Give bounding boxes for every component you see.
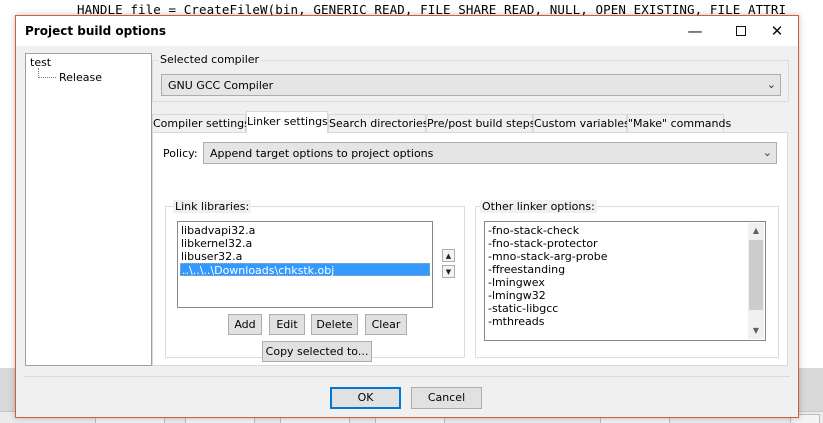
tree-connector: [38, 77, 56, 78]
link-libraries-group: Link libraries: libadvapi32.a libkernel3…: [165, 200, 465, 362]
other-linker-options-label: Other linker options:: [480, 200, 597, 213]
option-line: -static-libgcc: [488, 302, 559, 315]
link-libraries-list[interactable]: libadvapi32.a libkernel32.a libuser32.a …: [177, 221, 433, 308]
move-down-button[interactable]: ▼: [442, 265, 455, 278]
list-item[interactable]: libuser32.a: [180, 250, 243, 263]
compiler-select[interactable]: GNU GCC Compiler ⌄: [161, 74, 781, 96]
vertical-scrollbar[interactable]: ▲ ▼: [748, 223, 764, 339]
dialog-title: Project build options: [25, 24, 166, 38]
copy-selected-button[interactable]: Copy selected to...: [262, 341, 372, 362]
tab-make-commands[interactable]: "Make" commands: [627, 114, 731, 133]
tree-item-release[interactable]: Release: [59, 71, 102, 84]
option-line: -mno-stack-arg-probe: [488, 250, 608, 263]
scroll-down-icon[interactable]: ▼: [748, 323, 764, 339]
footer-divider: [24, 376, 790, 377]
tree-item-project[interactable]: test: [30, 56, 51, 69]
option-line: -mthreads: [488, 315, 545, 328]
minimize-button[interactable]: —: [672, 16, 718, 46]
cancel-button[interactable]: Cancel: [411, 387, 482, 409]
tab-search-directories[interactable]: Search directories: [328, 114, 429, 133]
project-build-options-dialog: Project build options — ✕ test Release S…: [15, 15, 799, 418]
scroll-up-icon[interactable]: ▲: [748, 223, 764, 239]
minimize-icon: —: [687, 22, 703, 40]
link-libraries-label: Link libraries:: [173, 200, 252, 213]
policy-value: Append target options to project options: [210, 147, 434, 160]
option-line: -ffreestanding: [488, 263, 566, 276]
edit-library-button[interactable]: Edit: [269, 314, 305, 335]
chevron-down-icon: ⌄: [766, 78, 776, 91]
arrow-down-icon: ▼: [445, 268, 452, 276]
list-item-selected[interactable]: ..\..\..\Downloads\chkstk.obj: [180, 263, 430, 277]
ok-button[interactable]: OK: [330, 387, 401, 409]
add-library-button[interactable]: Add: [228, 314, 262, 335]
arrow-up-icon: ▲: [445, 252, 452, 260]
title-bar[interactable]: Project build options — ✕: [16, 16, 798, 46]
list-item[interactable]: libadvapi32.a: [180, 224, 256, 237]
tab-compiler-settings[interactable]: Compiler settings: [152, 114, 250, 133]
tab-pre-post-build-steps[interactable]: Pre/post build steps: [426, 114, 536, 133]
policy-select[interactable]: Append target options to project options…: [203, 142, 777, 164]
tab-custom-variables[interactable]: Custom variables: [533, 114, 630, 133]
option-line: -fno-stack-protector: [488, 237, 598, 250]
other-linker-options-group: Other linker options: -fno-stack-check -…: [475, 200, 779, 358]
option-line: -lmingw32: [488, 289, 546, 302]
clear-libraries-button[interactable]: Clear: [365, 314, 407, 335]
selected-compiler-group: Selected compiler GNU GCC Compiler ⌄: [152, 53, 789, 102]
maximize-icon: [736, 26, 746, 36]
other-linker-options-textarea[interactable]: -fno-stack-check -fno-stack-protector -m…: [484, 221, 766, 341]
list-item[interactable]: libkernel32.a: [180, 237, 253, 250]
tab-linker-settings[interactable]: Linker settings: [246, 111, 328, 133]
option-line: -lmingwex: [488, 276, 545, 289]
scrollbar-thumb[interactable]: [749, 240, 763, 310]
move-up-button[interactable]: ▲: [442, 249, 455, 262]
chevron-down-icon: ⌄: [762, 146, 772, 159]
linker-settings-panel: Policy: Append target options to project…: [152, 132, 788, 366]
target-tree[interactable]: test Release: [25, 53, 152, 366]
option-line: -fno-stack-check: [488, 224, 580, 237]
compiler-value: GNU GCC Compiler: [168, 79, 274, 92]
close-icon: ✕: [770, 22, 784, 40]
policy-label: Policy:: [163, 147, 198, 160]
delete-library-button[interactable]: Delete: [311, 314, 358, 335]
selected-compiler-label: Selected compiler: [158, 53, 262, 66]
close-button[interactable]: ✕: [754, 16, 800, 46]
